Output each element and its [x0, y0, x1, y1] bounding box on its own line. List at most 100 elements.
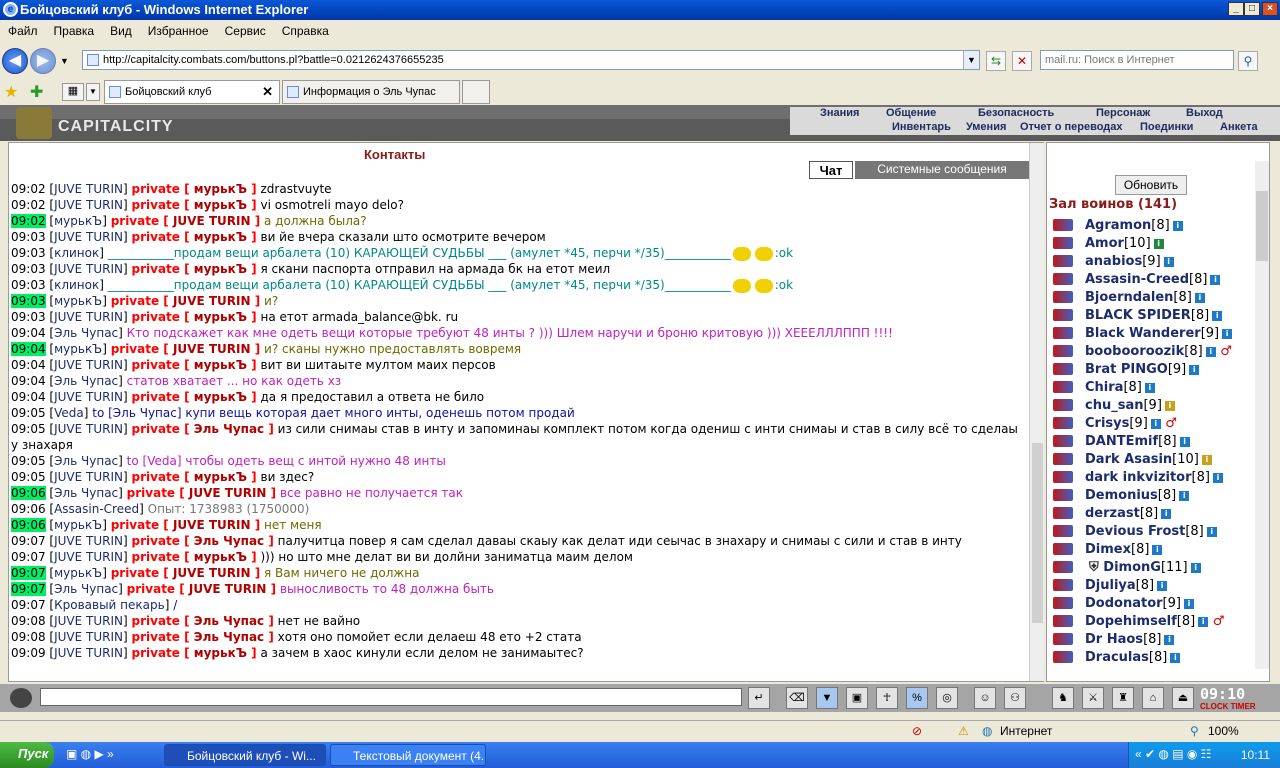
tab-info[interactable]: Информация о Эль Чупас: [282, 80, 460, 104]
private-recipient[interactable]: JUVE TURIN: [189, 486, 267, 500]
private-message-icon[interactable]: [1053, 453, 1073, 465]
private-message-icon[interactable]: [1053, 507, 1073, 519]
nav-exit[interactable]: Выход: [1186, 107, 1223, 119]
quick-tabs-icon[interactable]: ▦: [62, 83, 84, 101]
warrior-name[interactable]: Bjoerndalen: [1085, 290, 1173, 305]
task-ie[interactable]: Бойцовский клуб - Wi...: [164, 744, 326, 766]
chat-nick[interactable]: Эль Чупас: [54, 454, 118, 468]
back-button[interactable]: ◀: [2, 48, 28, 74]
warrior-name[interactable]: Crisys: [1085, 416, 1129, 431]
private-tag[interactable]: private [ мурькЪ ]: [132, 390, 257, 404]
add-favorite-icon[interactable]: ✚: [30, 82, 43, 102]
private-message-icon[interactable]: [1053, 291, 1073, 303]
private-message-icon[interactable]: [1053, 561, 1073, 573]
warrior-name[interactable]: Dodonator: [1085, 596, 1163, 611]
private-recipient[interactable]: мурькЪ: [194, 310, 247, 324]
private-tag[interactable]: private [ мурькЪ ]: [132, 646, 257, 660]
private-message-icon[interactable]: [1053, 237, 1073, 249]
chat-nick[interactable]: клинок: [54, 246, 99, 260]
private-message-icon[interactable]: [1053, 273, 1073, 285]
chat-nick[interactable]: мурькЪ: [54, 518, 102, 532]
send-icon[interactable]: ↵: [748, 687, 770, 709]
info-icon[interactable]: i: [1161, 508, 1172, 519]
warrior-name[interactable]: Djuliya: [1085, 578, 1136, 593]
zoom-level[interactable]: 100%: [1208, 724, 1239, 738]
private-recipient[interactable]: JUVE TURIN: [173, 294, 251, 308]
warrior-name[interactable]: Dimex: [1085, 542, 1131, 557]
private-message-icon[interactable]: [1053, 633, 1073, 645]
private-tag[interactable]: private [ мурькЪ ]: [132, 310, 257, 324]
private-tag[interactable]: private [ JUVE TURIN ]: [111, 342, 261, 356]
info-icon[interactable]: i: [1190, 562, 1201, 573]
address-bar[interactable]: http://capitalcity.combats.com/buttons.p…: [82, 50, 980, 70]
private-message-icon[interactable]: [1053, 525, 1073, 537]
warrior-name[interactable]: Black Wanderer: [1085, 326, 1201, 341]
quick-launch-icons[interactable]: ▣ ◍ ▶ »: [66, 747, 114, 761]
info-icon[interactable]: i: [1150, 418, 1161, 429]
warrior-name[interactable]: DANTEmif: [1085, 434, 1158, 449]
private-tag[interactable]: private [ JUVE TURIN ]: [127, 582, 277, 596]
fighter-icon[interactable]: ☥: [876, 687, 898, 709]
private-message-icon[interactable]: [1053, 597, 1073, 609]
private-message-icon[interactable]: [1053, 417, 1073, 429]
warrior-name[interactable]: Chira: [1085, 380, 1123, 395]
chat-nick[interactable]: JUVE TURIN: [54, 534, 123, 548]
private-tag[interactable]: private [ Эль Чупас ]: [132, 534, 274, 548]
warrior-name[interactable]: Amor: [1085, 236, 1124, 251]
chat-input[interactable]: [40, 688, 742, 706]
chat-nick[interactable]: JUVE TURIN: [54, 310, 123, 324]
private-recipient[interactable]: JUVE TURIN: [173, 214, 251, 228]
in-battle-icon[interactable]: ♂: [1208, 614, 1225, 629]
in-battle-icon[interactable]: ♂: [1216, 344, 1232, 359]
nav-character[interactable]: Персонаж: [1096, 107, 1150, 119]
private-tag[interactable]: private [ мурькЪ ]: [132, 358, 257, 372]
save-icon[interactable]: ▣: [846, 687, 868, 709]
task-notepad[interactable]: Текстовый документ (4...: [330, 744, 486, 766]
warrior-name[interactable]: boobooroozik: [1085, 344, 1184, 359]
private-tag[interactable]: private [ мурькЪ ]: [132, 198, 257, 212]
refresh-icon[interactable]: ⇆: [986, 51, 1006, 71]
chat-nick[interactable]: JUVE TURIN: [54, 614, 123, 628]
chat-nick[interactable]: Эль Чупас: [54, 374, 118, 388]
private-message-icon[interactable]: [1053, 615, 1073, 627]
address-dropdown-icon[interactable]: ▼: [963, 51, 979, 69]
nav-communication[interactable]: Общение: [886, 107, 936, 119]
nav-transfer-report[interactable]: Отчет о переводах: [1020, 121, 1123, 133]
smile-icon[interactable]: ☺: [974, 687, 996, 709]
warrior-name[interactable]: Draculas: [1085, 650, 1149, 665]
info-icon[interactable]: i: [1201, 454, 1212, 465]
warrior-name[interactable]: Brat PINGO: [1085, 362, 1168, 377]
private-message-icon[interactable]: [1053, 381, 1073, 393]
chat-nick[interactable]: Veda: [54, 406, 84, 420]
inventory-icon[interactable]: ♞: [1052, 687, 1074, 709]
private-tag[interactable]: private [ мурькЪ ]: [132, 182, 257, 196]
private-icon[interactable]: %: [906, 687, 928, 709]
info-icon[interactable]: i: [1179, 490, 1190, 501]
nav-skills[interactable]: Умения: [966, 121, 1006, 133]
chat-nick[interactable]: мурькЪ: [54, 342, 102, 356]
info-icon[interactable]: i: [1212, 472, 1223, 483]
new-tab-button[interactable]: [462, 80, 490, 104]
chat-nick[interactable]: Assasin-Creed: [54, 502, 139, 516]
info-icon[interactable]: i: [1194, 292, 1205, 303]
chat-nick[interactable]: JUVE TURIN: [54, 182, 123, 196]
minimize-button[interactable]: _: [1228, 2, 1244, 16]
popup-blocked-icon[interactable]: ⊘: [912, 724, 922, 738]
info-icon[interactable]: i: [1164, 634, 1175, 645]
chat-nick[interactable]: Эль Чупас: [54, 326, 118, 340]
private-tag[interactable]: private [ JUVE TURIN ]: [111, 518, 261, 532]
menu-favorites[interactable]: Избранное: [140, 22, 217, 40]
info-icon[interactable]: i: [1183, 598, 1194, 609]
forward-button[interactable]: ▶: [30, 48, 56, 74]
chat-nick[interactable]: JUVE TURIN: [54, 262, 123, 276]
tab-system-messages[interactable]: Системные сообщения: [855, 161, 1029, 179]
private-tag[interactable]: private [ JUVE TURIN ]: [127, 486, 277, 500]
chat-nick[interactable]: Эль Чупас: [54, 582, 118, 596]
private-recipient[interactable]: мурькЪ: [194, 358, 247, 372]
nav-inventory[interactable]: Инвентарь: [892, 121, 951, 133]
status-icon[interactable]: [10, 688, 32, 708]
info-icon[interactable]: i: [1205, 346, 1216, 357]
info-icon[interactable]: i: [1206, 526, 1217, 537]
refresh-list-button[interactable]: Обновить: [1115, 175, 1187, 195]
private-recipient[interactable]: Эль Чупас: [194, 614, 264, 628]
